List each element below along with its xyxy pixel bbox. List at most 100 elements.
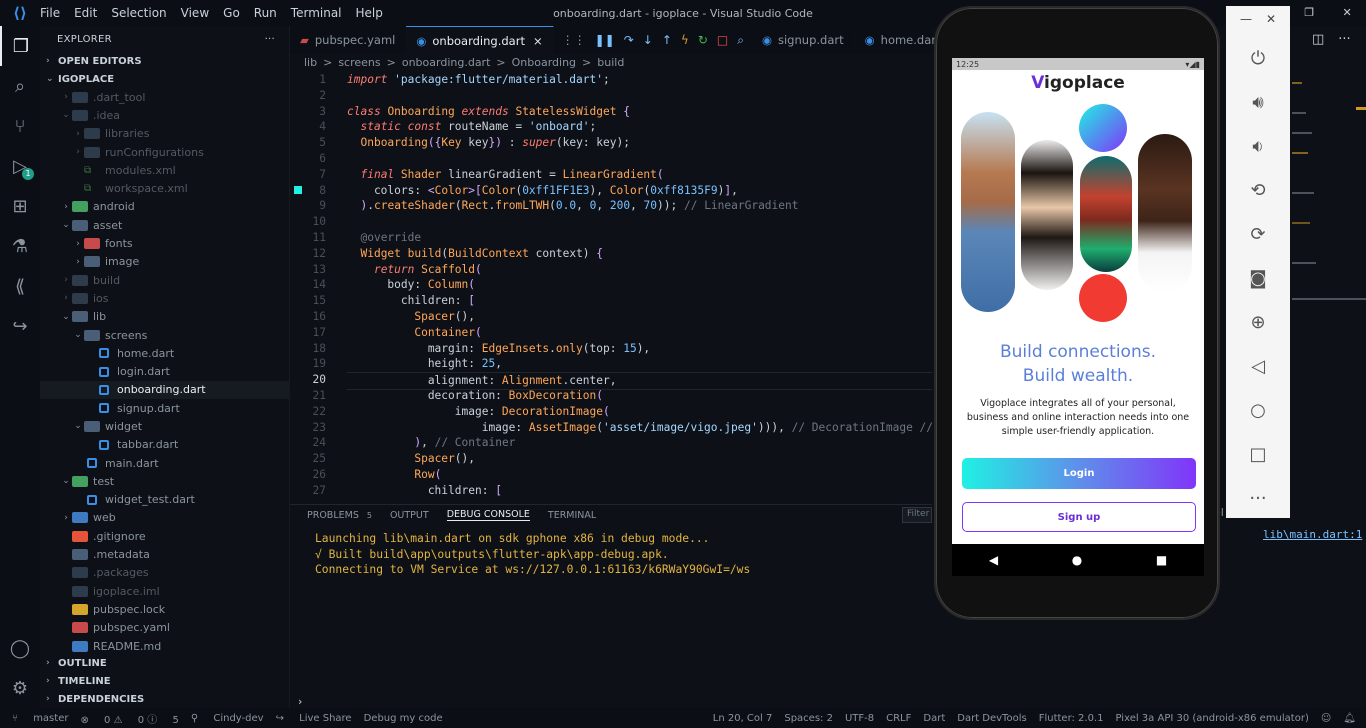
live-share-icon[interactable]: ↪ (0, 306, 40, 346)
encoding-status[interactable]: UTF-8 (845, 713, 874, 724)
tree-item[interactable]: .metadata (40, 545, 289, 563)
restart-icon[interactable]: ↻ (698, 33, 708, 48)
minimize-emulator-icon[interactable]: — (1240, 12, 1252, 26)
recents-nav-icon[interactable]: ■ (1156, 553, 1167, 567)
extensions-icon[interactable]: ⊞ (0, 186, 40, 226)
feedback-icon[interactable]: ☺ (1321, 713, 1331, 724)
tab-pubspec[interactable]: ▰ pubspec.yaml (290, 26, 407, 54)
breadcrumb-item[interactable]: lib (304, 56, 317, 69)
settings-gear-icon[interactable]: ⚙ (0, 668, 40, 708)
tree-item[interactable]: widget_test.dart (40, 491, 289, 509)
more-editor-actions-icon[interactable]: ··· (1338, 32, 1350, 47)
tree-item[interactable]: pubspec.lock (40, 600, 289, 618)
breadcrumb-item[interactable]: Onboarding (512, 56, 576, 69)
back-icon[interactable]: ◁ (1251, 354, 1265, 378)
close-tab-icon[interactable]: × (533, 34, 543, 48)
signup-button[interactable]: Sign up (962, 502, 1196, 532)
debug-status[interactable]: Debug my code (364, 713, 443, 724)
menu-view[interactable]: View (181, 6, 209, 20)
user-status[interactable]: ⚲ Cindy-dev (191, 713, 264, 724)
problems-status[interactable]: ⊗ 0 ⚠ 0 ⓘ 5 (80, 711, 178, 726)
tree-item[interactable]: › android (40, 198, 289, 216)
more-actions-icon[interactable]: ··· (265, 34, 275, 45)
rotate-right-icon[interactable]: ⟳ (1250, 222, 1265, 246)
tree-item[interactable]: ⧉ modules.xml (40, 161, 289, 179)
live-share-status[interactable]: ↪ Live Share (276, 713, 352, 724)
step-out-icon[interactable]: ↑ (662, 33, 672, 48)
home-icon[interactable]: ○ (1250, 398, 1266, 422)
back-nav-icon[interactable]: ◀ (989, 553, 998, 567)
rotate-left-icon[interactable]: ⟲ (1250, 178, 1265, 202)
minimap[interactable] (1290, 72, 1366, 312)
tree-item[interactable]: tabbar.dart (40, 436, 289, 454)
pause-icon[interactable]: ❚❚ (595, 33, 615, 48)
project-root[interactable]: ⌄ IGOPLACE (40, 70, 289, 88)
tree-item[interactable]: › libraries (40, 125, 289, 143)
eol-status[interactable]: CRLF (886, 713, 911, 724)
tree-item[interactable]: › image (40, 253, 289, 271)
menu-go[interactable]: Go (223, 6, 240, 20)
account-icon[interactable]: ◯ (0, 628, 40, 668)
breadcrumb-item[interactable]: onboarding.dart (402, 56, 491, 69)
tab-problems[interactable]: PROBLEMS (307, 510, 359, 521)
cursor-position[interactable]: Ln 20, Col 7 (713, 713, 773, 724)
tree-item[interactable]: › runConfigurations (40, 143, 289, 161)
step-into-icon[interactable]: ↓ (643, 33, 653, 48)
notifications-icon[interactable]: 🔔︎ (1343, 713, 1356, 724)
close-window-icon[interactable]: ✕ (1343, 6, 1352, 22)
tree-item[interactable]: › .dart_tool (40, 88, 289, 106)
phone-screen[interactable]: 12:25 ▾◢▮ Vigoplace Build connections. B… (952, 58, 1204, 544)
tree-item[interactable]: pubspec.yaml (40, 619, 289, 637)
timeline-section[interactable]: › TIMELINE (40, 672, 290, 690)
overview-icon[interactable]: □ (1249, 442, 1266, 466)
indent-status[interactable]: Spaces: 2 (784, 713, 833, 724)
tree-item[interactable]: login.dart (40, 362, 289, 380)
tab-signup[interactable]: ◉ signup.dart (752, 26, 855, 54)
tree-item[interactable]: main.dart (40, 454, 289, 472)
menu-help[interactable]: Help (356, 6, 383, 20)
menu-file[interactable]: File (40, 6, 60, 20)
tree-item[interactable]: › build (40, 271, 289, 289)
search-icon[interactable]: ⌕ (0, 66, 40, 106)
home-nav-icon[interactable]: ● (1072, 553, 1082, 567)
tab-onboarding[interactable]: ◉ onboarding.dart × (406, 26, 554, 54)
breadcrumb-item[interactable]: screens (338, 56, 380, 69)
zoom-icon[interactable]: ⊕ (1250, 310, 1265, 334)
tree-item[interactable]: onboarding.dart (40, 380, 289, 400)
tree-item[interactable]: README.md (40, 637, 289, 655)
outline-section[interactable]: › OUTLINE (40, 654, 290, 672)
close-emulator-icon[interactable]: ✕ (1266, 12, 1276, 26)
tree-item[interactable]: .gitignore (40, 527, 289, 545)
dependencies-section[interactable]: › DEPENDENCIES (40, 690, 290, 708)
explorer-icon[interactable]: ❐ (0, 26, 40, 66)
tab-output[interactable]: OUTPUT (390, 510, 429, 521)
tree-item[interactable]: igoplace.iml (40, 582, 289, 600)
testing-icon[interactable]: ⚗ (0, 226, 40, 266)
console-prompt-icon[interactable]: › (298, 695, 302, 708)
remote-explorer-icon[interactable]: ⟪ (0, 266, 40, 306)
tree-item[interactable]: › fonts (40, 234, 289, 252)
tree-item[interactable]: ⌄ asset (40, 216, 289, 234)
hot-reload-icon[interactable]: ϟ (681, 33, 689, 48)
menu-run[interactable]: Run (254, 6, 277, 20)
tree-item[interactable]: › web (40, 509, 289, 527)
tree-item[interactable]: ⌄ screens (40, 326, 289, 344)
source-control-icon[interactable]: ⑂ (0, 106, 40, 146)
volume-down-icon[interactable]: 🔉︎ (1252, 134, 1263, 158)
code-editor[interactable]: 1 2 3 4 5 6 7 8 9 10 11 12 13 14 15 16 17 18 19 20 21 22 23 24 2… (290, 72, 932, 498)
tree-item[interactable]: › ios (40, 289, 289, 307)
tree-item[interactable]: home.dart (40, 344, 289, 362)
drag-handle-icon[interactable]: ⋮⋮ (562, 33, 586, 48)
step-over-icon[interactable]: ↷ (624, 33, 634, 48)
split-editor-icon[interactable]: ◫ (1312, 32, 1324, 47)
inspect-widget-icon[interactable]: ⌕ (737, 33, 744, 48)
breadcrumb-item[interactable]: build (597, 56, 624, 69)
tree-item[interactable]: .packages (40, 564, 289, 582)
tree-item[interactable]: ⌄ .idea (40, 106, 289, 124)
volume-up-icon[interactable]: 🔊︎ (1252, 90, 1263, 114)
language-status[interactable]: Dart (923, 713, 945, 724)
tree-item[interactable]: ⌄ widget (40, 417, 289, 435)
tab-debug-console[interactable]: DEBUG CONSOLE (446, 509, 530, 521)
tree-item[interactable]: ⌄ lib (40, 308, 289, 326)
stop-icon[interactable]: □ (717, 33, 728, 48)
